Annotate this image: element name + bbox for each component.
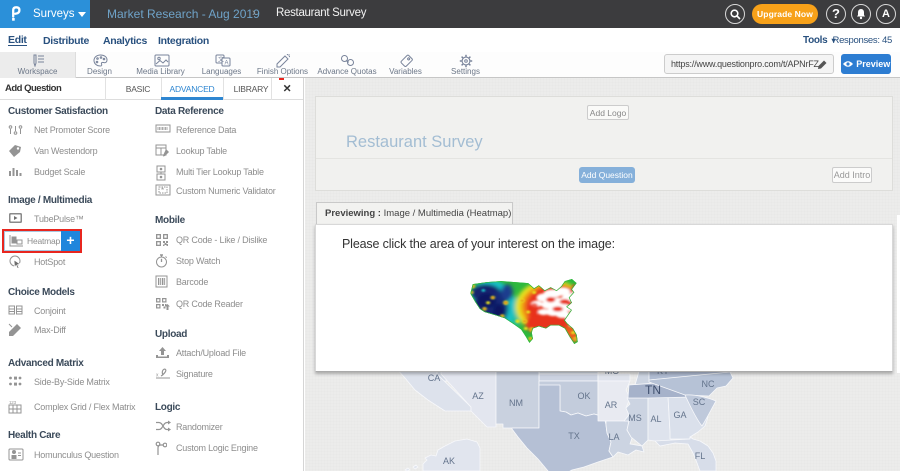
svg-text:AK: AK (443, 456, 455, 466)
svg-text:SC: SC (693, 397, 706, 407)
svg-text:GA: GA (673, 410, 686, 420)
svg-text:TN: TN (645, 383, 661, 397)
svg-text:AL: AL (650, 414, 661, 424)
svg-text:FL: FL (695, 451, 706, 461)
svg-text:AR: AR (605, 400, 618, 410)
svg-text:OK: OK (577, 391, 590, 401)
svg-text:MS: MS (628, 413, 642, 423)
svg-text:AZ: AZ (472, 391, 484, 401)
svg-text:TX: TX (568, 431, 580, 441)
svg-text:*: * (161, 186, 164, 195)
svg-text:LA: LA (608, 432, 619, 442)
svg-text:A: A (224, 61, 228, 67)
svg-text:123: 123 (9, 400, 17, 405)
svg-text:CA: CA (428, 373, 441, 383)
svg-text:NC: NC (702, 379, 715, 389)
svg-text:NM: NM (509, 398, 523, 408)
svg-text:文: 文 (218, 56, 224, 64)
